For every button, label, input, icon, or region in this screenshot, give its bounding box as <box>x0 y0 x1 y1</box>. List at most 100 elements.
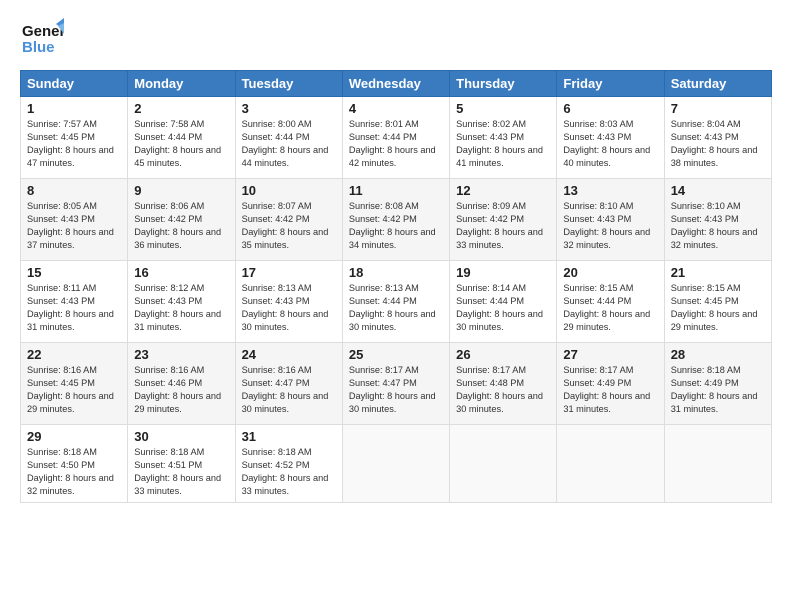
day-number: 26 <box>456 347 550 362</box>
header-monday: Monday <box>128 71 235 97</box>
day-number: 13 <box>563 183 657 198</box>
day-number: 9 <box>134 183 228 198</box>
cell-info: Sunrise: 8:01 AMSunset: 4:44 PMDaylight:… <box>349 119 436 168</box>
cell-info: Sunrise: 8:16 AMSunset: 4:47 PMDaylight:… <box>242 365 329 414</box>
svg-text:Blue: Blue <box>22 39 55 56</box>
cell-info: Sunrise: 8:00 AMSunset: 4:44 PMDaylight:… <box>242 119 329 168</box>
day-number: 3 <box>242 101 336 116</box>
calendar-cell <box>557 425 664 503</box>
cell-info: Sunrise: 8:07 AMSunset: 4:42 PMDaylight:… <box>242 201 329 250</box>
page-header: General Blue <box>20 16 772 60</box>
calendar-cell: 30 Sunrise: 8:18 AMSunset: 4:51 PMDaylig… <box>128 425 235 503</box>
cell-info: Sunrise: 8:18 AMSunset: 4:52 PMDaylight:… <box>242 447 329 496</box>
calendar-cell: 9 Sunrise: 8:06 AMSunset: 4:42 PMDayligh… <box>128 179 235 261</box>
header-wednesday: Wednesday <box>342 71 449 97</box>
day-number: 8 <box>27 183 121 198</box>
day-number: 23 <box>134 347 228 362</box>
day-number: 28 <box>671 347 765 362</box>
day-number: 11 <box>349 183 443 198</box>
calendar-cell: 14 Sunrise: 8:10 AMSunset: 4:43 PMDaylig… <box>664 179 771 261</box>
cell-info: Sunrise: 8:02 AMSunset: 4:43 PMDaylight:… <box>456 119 543 168</box>
cell-info: Sunrise: 8:06 AMSunset: 4:42 PMDaylight:… <box>134 201 221 250</box>
cell-info: Sunrise: 8:18 AMSunset: 4:49 PMDaylight:… <box>671 365 758 414</box>
cell-info: Sunrise: 8:10 AMSunset: 4:43 PMDaylight:… <box>671 201 758 250</box>
day-number: 20 <box>563 265 657 280</box>
cell-info: Sunrise: 8:04 AMSunset: 4:43 PMDaylight:… <box>671 119 758 168</box>
cell-info: Sunrise: 7:57 AMSunset: 4:45 PMDaylight:… <box>27 119 114 168</box>
cell-info: Sunrise: 8:08 AMSunset: 4:42 PMDaylight:… <box>349 201 436 250</box>
cell-info: Sunrise: 8:16 AMSunset: 4:46 PMDaylight:… <box>134 365 221 414</box>
calendar-cell <box>342 425 449 503</box>
calendar-cell: 28 Sunrise: 8:18 AMSunset: 4:49 PMDaylig… <box>664 343 771 425</box>
cell-info: Sunrise: 8:10 AMSunset: 4:43 PMDaylight:… <box>563 201 650 250</box>
day-number: 6 <box>563 101 657 116</box>
cell-info: Sunrise: 8:05 AMSunset: 4:43 PMDaylight:… <box>27 201 114 250</box>
day-number: 30 <box>134 429 228 444</box>
cell-info: Sunrise: 8:17 AMSunset: 4:47 PMDaylight:… <box>349 365 436 414</box>
calendar-cell: 13 Sunrise: 8:10 AMSunset: 4:43 PMDaylig… <box>557 179 664 261</box>
calendar-cell: 10 Sunrise: 8:07 AMSunset: 4:42 PMDaylig… <box>235 179 342 261</box>
cell-info: Sunrise: 8:13 AMSunset: 4:43 PMDaylight:… <box>242 283 329 332</box>
cell-info: Sunrise: 8:09 AMSunset: 4:42 PMDaylight:… <box>456 201 543 250</box>
day-number: 27 <box>563 347 657 362</box>
calendar-cell: 15 Sunrise: 8:11 AMSunset: 4:43 PMDaylig… <box>21 261 128 343</box>
calendar-cell: 22 Sunrise: 8:16 AMSunset: 4:45 PMDaylig… <box>21 343 128 425</box>
calendar-cell: 29 Sunrise: 8:18 AMSunset: 4:50 PMDaylig… <box>21 425 128 503</box>
day-number: 2 <box>134 101 228 116</box>
calendar-header-row: Sunday Monday Tuesday Wednesday Thursday… <box>21 71 772 97</box>
calendar-cell: 20 Sunrise: 8:15 AMSunset: 4:44 PMDaylig… <box>557 261 664 343</box>
calendar-cell: 7 Sunrise: 8:04 AMSunset: 4:43 PMDayligh… <box>664 97 771 179</box>
calendar-cell: 12 Sunrise: 8:09 AMSunset: 4:42 PMDaylig… <box>450 179 557 261</box>
day-number: 24 <box>242 347 336 362</box>
day-number: 10 <box>242 183 336 198</box>
calendar-cell: 1 Sunrise: 7:57 AMSunset: 4:45 PMDayligh… <box>21 97 128 179</box>
day-number: 21 <box>671 265 765 280</box>
cell-info: Sunrise: 8:16 AMSunset: 4:45 PMDaylight:… <box>27 365 114 414</box>
cell-info: Sunrise: 8:11 AMSunset: 4:43 PMDaylight:… <box>27 283 114 332</box>
day-number: 7 <box>671 101 765 116</box>
calendar-cell: 16 Sunrise: 8:12 AMSunset: 4:43 PMDaylig… <box>128 261 235 343</box>
cell-info: Sunrise: 8:15 AMSunset: 4:45 PMDaylight:… <box>671 283 758 332</box>
calendar-table: Sunday Monday Tuesday Wednesday Thursday… <box>20 70 772 503</box>
day-number: 15 <box>27 265 121 280</box>
day-number: 25 <box>349 347 443 362</box>
day-number: 1 <box>27 101 121 116</box>
header-thursday: Thursday <box>450 71 557 97</box>
day-number: 22 <box>27 347 121 362</box>
cell-info: Sunrise: 8:18 AMSunset: 4:50 PMDaylight:… <box>27 447 114 496</box>
logo-icon: General Blue <box>20 16 64 60</box>
cell-info: Sunrise: 8:15 AMSunset: 4:44 PMDaylight:… <box>563 283 650 332</box>
day-number: 31 <box>242 429 336 444</box>
calendar-cell: 18 Sunrise: 8:13 AMSunset: 4:44 PMDaylig… <box>342 261 449 343</box>
day-number: 17 <box>242 265 336 280</box>
calendar-cell: 17 Sunrise: 8:13 AMSunset: 4:43 PMDaylig… <box>235 261 342 343</box>
calendar-cell: 19 Sunrise: 8:14 AMSunset: 4:44 PMDaylig… <box>450 261 557 343</box>
calendar-cell: 27 Sunrise: 8:17 AMSunset: 4:49 PMDaylig… <box>557 343 664 425</box>
calendar-cell <box>664 425 771 503</box>
calendar-cell: 23 Sunrise: 8:16 AMSunset: 4:46 PMDaylig… <box>128 343 235 425</box>
page-container: General Blue Sunday Monday Tuesday Wedne… <box>0 0 792 513</box>
cell-info: Sunrise: 7:58 AMSunset: 4:44 PMDaylight:… <box>134 119 221 168</box>
header-saturday: Saturday <box>664 71 771 97</box>
calendar-cell: 21 Sunrise: 8:15 AMSunset: 4:45 PMDaylig… <box>664 261 771 343</box>
day-number: 5 <box>456 101 550 116</box>
day-number: 18 <box>349 265 443 280</box>
calendar-cell: 3 Sunrise: 8:00 AMSunset: 4:44 PMDayligh… <box>235 97 342 179</box>
svg-text:General: General <box>22 23 64 40</box>
cell-info: Sunrise: 8:17 AMSunset: 4:48 PMDaylight:… <box>456 365 543 414</box>
calendar-cell: 25 Sunrise: 8:17 AMSunset: 4:47 PMDaylig… <box>342 343 449 425</box>
header-friday: Friday <box>557 71 664 97</box>
cell-info: Sunrise: 8:14 AMSunset: 4:44 PMDaylight:… <box>456 283 543 332</box>
day-number: 4 <box>349 101 443 116</box>
calendar-cell: 26 Sunrise: 8:17 AMSunset: 4:48 PMDaylig… <box>450 343 557 425</box>
day-number: 29 <box>27 429 121 444</box>
calendar-cell: 24 Sunrise: 8:16 AMSunset: 4:47 PMDaylig… <box>235 343 342 425</box>
calendar-cell: 6 Sunrise: 8:03 AMSunset: 4:43 PMDayligh… <box>557 97 664 179</box>
calendar-cell: 11 Sunrise: 8:08 AMSunset: 4:42 PMDaylig… <box>342 179 449 261</box>
calendar-cell: 2 Sunrise: 7:58 AMSunset: 4:44 PMDayligh… <box>128 97 235 179</box>
cell-info: Sunrise: 8:13 AMSunset: 4:44 PMDaylight:… <box>349 283 436 332</box>
cell-info: Sunrise: 8:12 AMSunset: 4:43 PMDaylight:… <box>134 283 221 332</box>
logo: General Blue <box>20 16 64 60</box>
day-number: 19 <box>456 265 550 280</box>
calendar-cell: 4 Sunrise: 8:01 AMSunset: 4:44 PMDayligh… <box>342 97 449 179</box>
